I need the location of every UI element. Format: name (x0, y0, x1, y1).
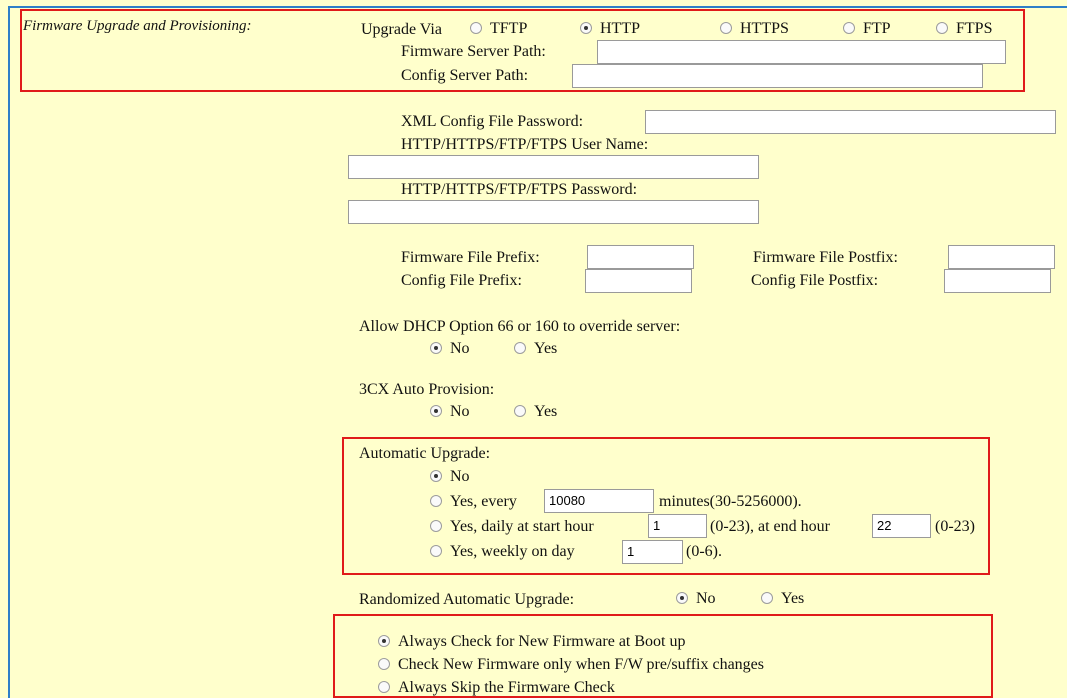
upgrade-daily-mid-text: (0-23), at end hour (710, 518, 830, 535)
randomized-upgrade-yes-radio[interactable]: Yes (761, 590, 804, 608)
auto-provision-label: 3CX Auto Provision: (359, 381, 495, 398)
config-server-path-input[interactable] (572, 64, 983, 88)
upgrade-daily-suffix: (0-23) (935, 518, 975, 535)
automatic-upgrade-label: Automatic Upgrade: (359, 445, 491, 462)
upgrade-via-http-radio[interactable]: HTTP (580, 20, 640, 38)
auto-provision-no-radio[interactable]: No (430, 403, 470, 421)
firmware-file-prefix-label: Firmware File Prefix: (401, 249, 540, 266)
radio-icon[interactable] (378, 681, 390, 693)
radio-icon[interactable] (514, 342, 526, 354)
config-file-prefix-input[interactable] (585, 269, 692, 293)
frame-top-border (8, 6, 1067, 8)
xml-config-password-input[interactable] (645, 110, 1056, 134)
user-name-input[interactable] (348, 155, 759, 179)
firmware-server-path-input[interactable] (597, 40, 1006, 64)
radio-icon[interactable] (430, 545, 442, 557)
dhcp-override-yes-radio[interactable]: Yes (514, 340, 557, 358)
xml-config-password-label: XML Config File Password: (401, 113, 584, 130)
upgrade-via-label: Upgrade Via (361, 21, 442, 38)
automatic-upgrade-no-radio[interactable]: No (430, 468, 470, 486)
radio-icon[interactable] (430, 520, 442, 532)
dhcp-override-label: Allow DHCP Option 66 or 160 to override … (359, 318, 681, 335)
config-file-postfix-label: Config File Postfix: (751, 272, 879, 289)
automatic-upgrade-daily-radio[interactable]: Yes, daily at start hour (430, 518, 594, 536)
radio-icon[interactable] (514, 405, 526, 417)
user-name-label: HTTP/HTTPS/FTP/FTPS User Name: (401, 136, 649, 153)
firmware-check-skip-radio[interactable]: Always Skip the Firmware Check (378, 679, 615, 697)
firmware-check-on-change-radio[interactable]: Check New Firmware only when F/W pre/suf… (378, 656, 764, 674)
frame-left-border (8, 6, 10, 698)
password-label: HTTP/HTTPS/FTP/FTPS Password: (401, 181, 638, 198)
firmware-file-postfix-input[interactable] (948, 245, 1055, 269)
upgrade-via-https-radio[interactable]: HTTPS (720, 20, 789, 38)
radio-icon[interactable] (378, 658, 390, 670)
randomized-upgrade-label: Randomized Automatic Upgrade: (359, 591, 575, 608)
radio-selected-icon[interactable] (430, 342, 442, 354)
upgrade-every-suffix: minutes(30-5256000). (659, 493, 802, 510)
upgrade-start-hour-input[interactable]: 1 (648, 514, 707, 538)
config-file-prefix-label: Config File Prefix: (401, 272, 522, 289)
upgrade-via-ftp-radio[interactable]: FTP (843, 20, 891, 38)
radio-icon[interactable] (430, 495, 442, 507)
radio-selected-icon[interactable] (430, 405, 442, 417)
password-input[interactable] (348, 200, 759, 224)
radio-selected-icon[interactable] (580, 22, 592, 34)
config-server-path-label: Config Server Path: (401, 67, 529, 84)
upgrade-via-ftps-radio[interactable]: FTPS (936, 20, 992, 38)
upgrade-every-minutes-input[interactable]: 10080 (544, 489, 654, 513)
upgrade-weekly-suffix: (0-6). (686, 543, 722, 560)
upgrade-weekly-day-input[interactable]: 1 (622, 540, 683, 564)
firmware-server-path-label: Firmware Server Path: (401, 43, 546, 60)
radio-selected-icon[interactable] (430, 470, 442, 482)
randomized-upgrade-no-radio[interactable]: No (676, 590, 716, 608)
radio-icon[interactable] (720, 22, 732, 34)
radio-selected-icon[interactable] (676, 592, 688, 604)
dhcp-override-no-radio[interactable]: No (430, 340, 470, 358)
radio-icon[interactable] (761, 592, 773, 604)
upgrade-via-tftp-radio[interactable]: TFTP (470, 20, 527, 38)
radio-icon[interactable] (470, 22, 482, 34)
section-label: Firmware Upgrade and Provisioning: (23, 18, 252, 34)
firmware-check-always-radio[interactable]: Always Check for New Firmware at Boot up (378, 633, 686, 651)
radio-icon[interactable] (843, 22, 855, 34)
firmware-file-prefix-input[interactable] (587, 245, 694, 269)
automatic-upgrade-weekly-radio[interactable]: Yes, weekly on day (430, 543, 575, 561)
firmware-file-postfix-label: Firmware File Postfix: (753, 249, 898, 266)
automatic-upgrade-every-radio[interactable]: Yes, every (430, 493, 517, 511)
auto-provision-yes-radio[interactable]: Yes (514, 403, 557, 421)
config-file-postfix-input[interactable] (944, 269, 1051, 293)
radio-selected-icon[interactable] (378, 635, 390, 647)
upgrade-end-hour-input[interactable]: 22 (872, 514, 931, 538)
radio-icon[interactable] (936, 22, 948, 34)
